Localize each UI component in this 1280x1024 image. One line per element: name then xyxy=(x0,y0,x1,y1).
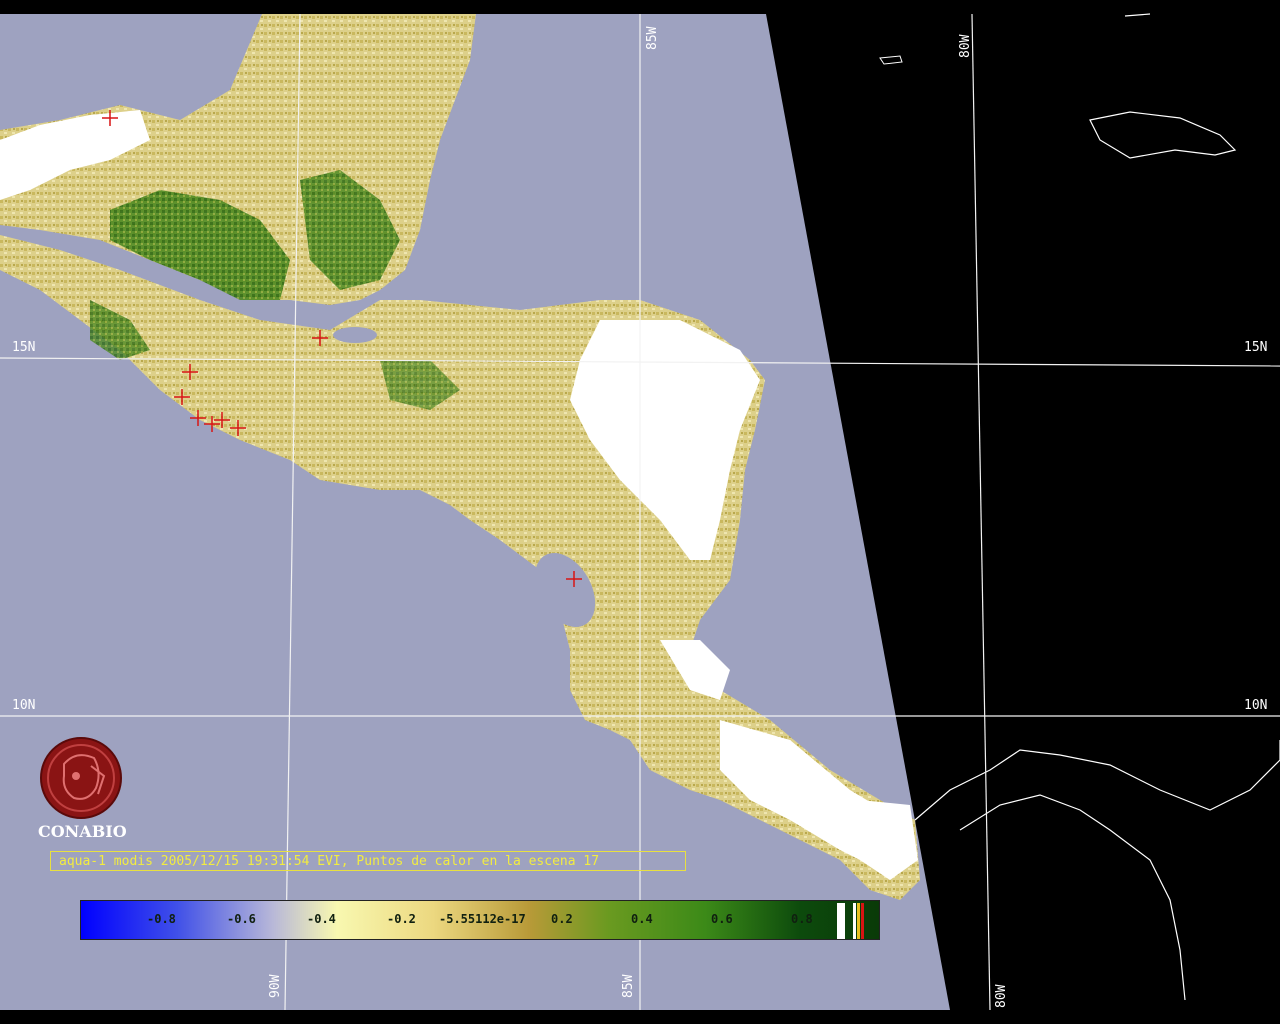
colorbar-tick: 0.6 xyxy=(711,912,733,926)
scene-caption: aqua-1 modis 2005/12/15 19:31:54 EVI, Pu… xyxy=(50,851,686,871)
colorbar-tick: 0.4 xyxy=(631,912,653,926)
label-85w-top: 85W xyxy=(645,26,660,50)
label-80w-bottom: 80W xyxy=(994,984,1009,1008)
label-15n-left: 15N xyxy=(12,340,36,355)
colorbar-tick: -0.6 xyxy=(227,912,256,926)
colorbar-tick: 0.8 xyxy=(791,912,813,926)
evi-colorbar: -0.8 -0.6 -0.4 -0.2 -5.55112e-17 0.2 0.4… xyxy=(80,900,880,940)
label-10n-right: 10N xyxy=(1244,698,1268,713)
colorbar-tick: -5.55112e-17 xyxy=(439,912,526,926)
lake-izabal xyxy=(333,327,377,343)
colorbar-tick: -0.8 xyxy=(147,912,176,926)
colorbar-tick: 0.2 xyxy=(551,912,573,926)
label-80w-top: 80W xyxy=(958,34,973,58)
colorbar-tick: -0.2 xyxy=(387,912,416,926)
label-85w-bottom: 85W xyxy=(621,974,636,998)
label-15n-right: 15N xyxy=(1244,340,1268,355)
colorbar-tick: -0.4 xyxy=(307,912,336,926)
logo-text: CONABIO xyxy=(38,822,127,841)
label-90w-bottom: 90W xyxy=(268,974,283,998)
label-10n-left: 10N xyxy=(12,698,36,713)
